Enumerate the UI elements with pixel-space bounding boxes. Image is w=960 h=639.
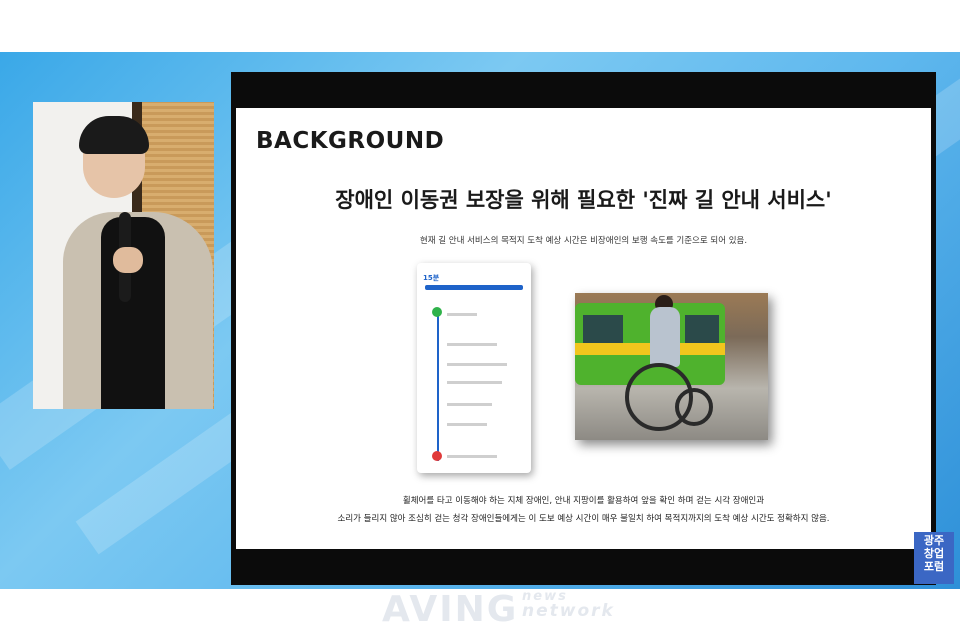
slide-body-line-2: 소리가 들리지 않아 조심히 걷는 청각 장애인들에게는 이 도보 예상 시간이… xyxy=(337,514,830,524)
route-line xyxy=(437,311,439,461)
wheelchair-user xyxy=(650,307,680,367)
aving-watermark: AVING news network xyxy=(382,589,632,631)
speaker-video xyxy=(33,102,214,409)
route-progress-bar xyxy=(425,285,523,290)
speaker-shirt xyxy=(101,217,165,409)
slide: BACKGROUND 장애인 이동권 보장을 위해 필요한 '진짜 길 안내 서… xyxy=(236,108,931,549)
slide-heading: 장애인 이동권 보장을 위해 필요한 '진짜 길 안내 서비스' xyxy=(335,188,832,212)
watermark-brand: AVING xyxy=(382,589,519,630)
slide-body-line-1: 휠체어를 타고 이동해야 하는 지체 장애인, 안내 지팡이를 활용하여 앞을 … xyxy=(402,496,765,506)
end-marker-icon xyxy=(432,451,442,461)
slide-section-title: BACKGROUND xyxy=(256,128,445,154)
watermark-network: network xyxy=(522,601,615,621)
slide-subtitle: 현재 길 안내 서비스의 목적지 도착 예상 시간은 비장애인의 보행 속도를 … xyxy=(419,236,748,246)
wheelchair-bus-photo xyxy=(575,293,768,440)
navigation-app-screenshot: 15분 xyxy=(417,263,531,473)
speaker-hand xyxy=(113,247,143,273)
start-marker-icon xyxy=(432,307,442,317)
forum-logo: 광주 창업 포럼 xyxy=(914,532,954,584)
presentation-screen: BACKGROUND 장애인 이동권 보장을 위해 필요한 '진짜 길 안내 서… xyxy=(231,72,936,585)
route-duration: 15분 xyxy=(423,274,440,282)
